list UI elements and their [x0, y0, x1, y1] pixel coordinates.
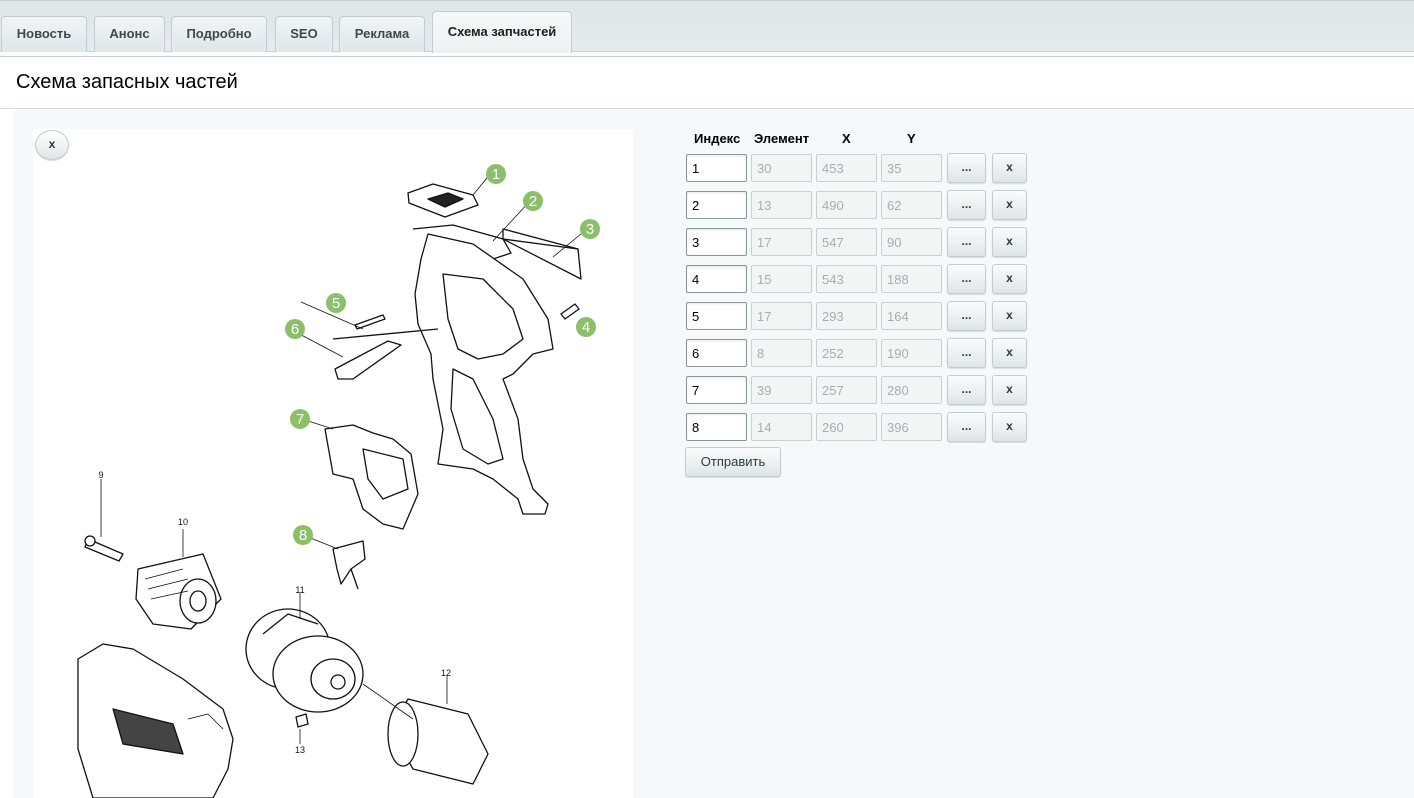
- delete-row-button[interactable]: x: [992, 375, 1027, 405]
- part-number: 9: [98, 470, 103, 480]
- index-field[interactable]: 5: [686, 302, 747, 330]
- index-field[interactable]: 2: [686, 191, 747, 219]
- x-field: 293: [816, 302, 877, 330]
- element-field: 14: [751, 413, 812, 441]
- index-field[interactable]: 4: [686, 265, 747, 293]
- header-x: X: [842, 131, 851, 146]
- header-y: Y: [907, 131, 916, 146]
- tab-details[interactable]: Подробно: [171, 16, 267, 52]
- submit-button[interactable]: Отправить: [685, 447, 781, 477]
- header-element: Элемент: [754, 131, 810, 146]
- callout-label: 3: [586, 221, 594, 238]
- element-field: 39: [751, 376, 812, 404]
- pick-element-button[interactable]: ...: [947, 412, 986, 442]
- pick-element-button[interactable]: ...: [947, 153, 986, 183]
- element-field: 30: [751, 154, 812, 182]
- y-field: 90: [881, 228, 942, 256]
- pick-element-button[interactable]: ...: [947, 338, 986, 368]
- title-divider: [0, 108, 1414, 109]
- callout-label: 6: [291, 321, 299, 338]
- tab-announce[interactable]: Анонс: [94, 16, 165, 52]
- index-field[interactable]: 3: [686, 228, 747, 256]
- callout-label: 5: [332, 295, 340, 312]
- x-field: 257: [816, 376, 877, 404]
- callout-label: 8: [299, 527, 307, 544]
- close-diagram-button[interactable]: x: [35, 130, 69, 160]
- delete-row-button[interactable]: x: [992, 264, 1027, 294]
- y-field: 280: [881, 376, 942, 404]
- index-field[interactable]: 7: [686, 376, 747, 404]
- delete-row-button[interactable]: x: [992, 301, 1027, 331]
- y-field: 188: [881, 265, 942, 293]
- delete-row-button[interactable]: x: [992, 412, 1027, 442]
- part-number: 12: [441, 668, 451, 678]
- element-field: 8: [751, 339, 812, 367]
- part-number: 13: [295, 745, 305, 755]
- pick-element-button[interactable]: ...: [947, 301, 986, 331]
- index-field[interactable]: 8: [686, 413, 747, 441]
- element-field: 15: [751, 265, 812, 293]
- tab-news[interactable]: Новость: [1, 16, 87, 52]
- y-field: 164: [881, 302, 942, 330]
- x-field: 260: [816, 413, 877, 441]
- delete-row-button[interactable]: x: [992, 153, 1027, 183]
- callout-label: 4: [582, 319, 590, 336]
- parts-diagram[interactable]: 1 2 3 4 5 6 7 8 9 10 11 12 13: [33, 129, 633, 798]
- index-field[interactable]: 6: [686, 339, 747, 367]
- x-field: 252: [816, 339, 877, 367]
- header-index: Индекс: [694, 131, 741, 146]
- delete-row-button[interactable]: x: [992, 227, 1027, 257]
- tab-parts-scheme[interactable]: Схема запчастей: [432, 11, 572, 53]
- tab-seo[interactable]: SEO: [275, 16, 333, 52]
- element-field: 13: [751, 191, 812, 219]
- callout-label: 7: [296, 411, 304, 428]
- x-field: 453: [816, 154, 877, 182]
- tab-ads[interactable]: Реклама: [339, 16, 425, 52]
- section-title: Схема запасных частей: [16, 71, 238, 93]
- x-field: 543: [816, 265, 877, 293]
- part-number: 10: [178, 517, 188, 527]
- pick-element-button[interactable]: ...: [947, 227, 986, 257]
- index-field[interactable]: 1: [686, 154, 747, 182]
- x-field: 490: [816, 191, 877, 219]
- callout-label: 2: [529, 193, 537, 210]
- x-field: 547: [816, 228, 877, 256]
- delete-row-button[interactable]: x: [992, 338, 1027, 368]
- part-number: 11: [295, 585, 304, 595]
- y-field: 62: [881, 191, 942, 219]
- pick-element-button[interactable]: ...: [947, 375, 986, 405]
- pick-element-button[interactable]: ...: [947, 264, 986, 294]
- y-field: 190: [881, 339, 942, 367]
- pick-element-button[interactable]: ...: [947, 190, 986, 220]
- y-field: 35: [881, 154, 942, 182]
- exploded-view-drawing: 1 2 3 4 5 6 7 8 9 10 11 12 13: [77, 164, 600, 798]
- callout-label: 1: [492, 166, 500, 183]
- delete-row-button[interactable]: x: [992, 190, 1027, 220]
- element-field: 17: [751, 228, 812, 256]
- y-field: 396: [881, 413, 942, 441]
- element-field: 17: [751, 302, 812, 330]
